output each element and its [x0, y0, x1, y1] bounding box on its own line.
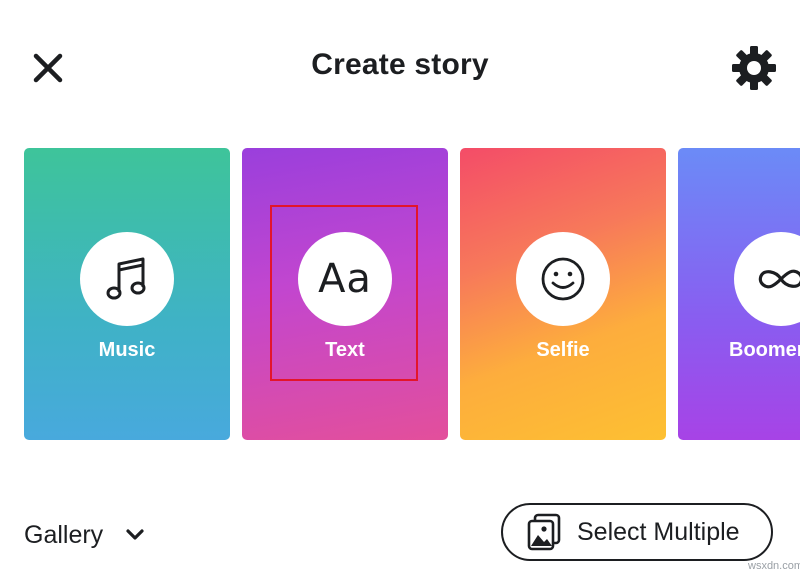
- selfie-icon-circle: [516, 232, 610, 326]
- gear-icon: [732, 46, 776, 90]
- text-aa-icon: Aa: [318, 256, 372, 302]
- text-icon-circle: Aa: [298, 232, 392, 326]
- music-icon-circle: [80, 232, 174, 326]
- smiley-icon: [541, 257, 585, 301]
- boomerang-icon-circle: [734, 232, 800, 326]
- music-note-icon: [106, 257, 146, 300]
- selfie-card[interactable]: Selfie: [460, 148, 666, 440]
- music-card-label: Music: [98, 339, 156, 361]
- gallery-stack-icon: [527, 513, 561, 551]
- gallery-label: Gallery: [24, 520, 104, 549]
- selfie-card-label: Selfie: [536, 339, 590, 361]
- watermark: wsxdn.com: [748, 560, 800, 572]
- text-card-label: Text: [325, 339, 365, 361]
- text-card[interactable]: Aa Text: [242, 148, 448, 440]
- header: Create story: [0, 0, 800, 130]
- select-multiple-label: Select Multiple: [577, 517, 740, 546]
- select-multiple-button[interactable]: Select Multiple: [501, 503, 773, 561]
- chevron-down-icon: [125, 528, 145, 542]
- infinity-icon: [758, 269, 800, 289]
- page-title: Create story: [311, 48, 489, 81]
- story-type-carousel[interactable]: Music Aa Text Selfie Boomer: [0, 148, 800, 440]
- settings-button[interactable]: [726, 42, 782, 94]
- music-card[interactable]: Music: [24, 148, 230, 440]
- boomerang-card[interactable]: Boomer: [678, 148, 800, 440]
- gallery-dropdown[interactable]: Gallery: [24, 514, 145, 556]
- boomerang-card-label: Boomer: [729, 339, 800, 361]
